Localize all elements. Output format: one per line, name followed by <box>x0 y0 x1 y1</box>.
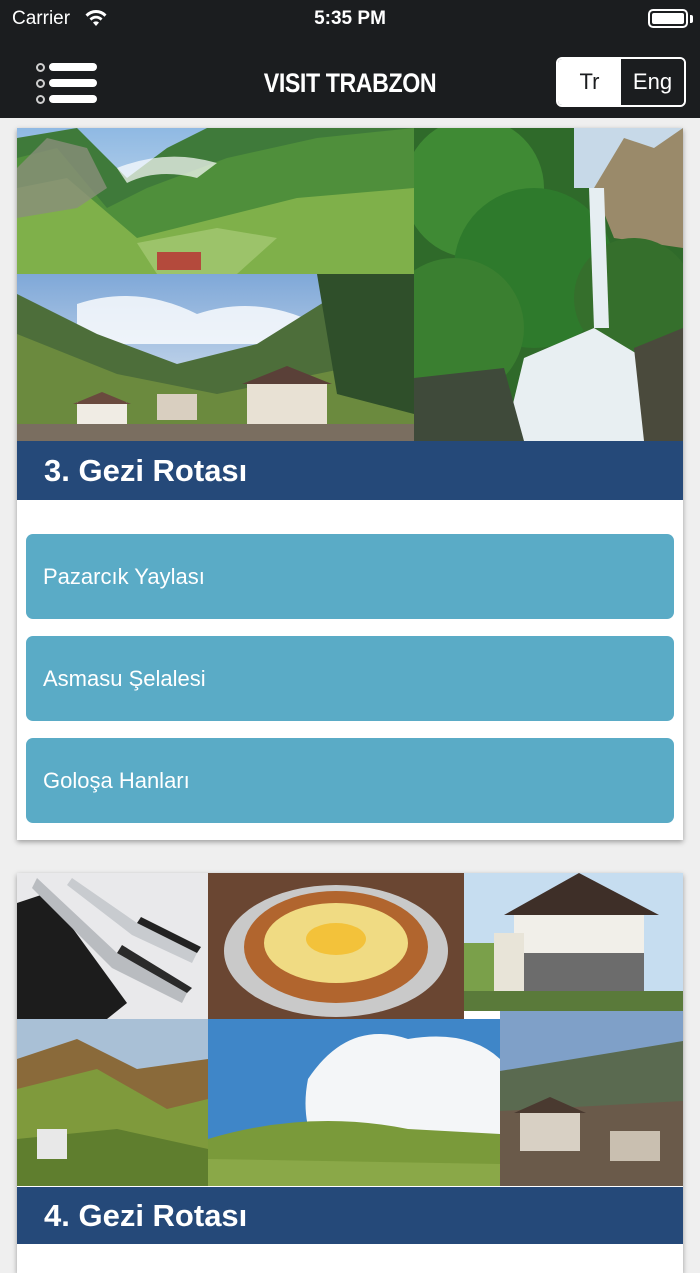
waterfall-photo <box>414 128 683 441</box>
place-button-golosa-hanlari[interactable]: Goloşa Hanları <box>26 738 674 823</box>
route-3-photo-collage[interactable]: 3. Gezi Rotası <box>17 128 683 500</box>
clock: 5:35 PM <box>314 8 386 29</box>
status-bar: Carrier 5:35 PM <box>0 0 700 40</box>
route-3-title-banner[interactable]: 3. Gezi Rotası <box>17 441 683 500</box>
battery-tip <box>690 15 693 23</box>
route-card-4: 4. Gezi Rotası <box>17 873 683 1273</box>
place-button-asmasu-selalesi[interactable]: Asmasu Şelalesi <box>26 636 674 721</box>
battery-icon <box>648 9 688 28</box>
place-button-pazarcik-yaylasi[interactable]: Pazarcık Yaylası <box>26 534 674 619</box>
cloud-plateau-photo <box>208 1019 500 1186</box>
top-navigation-bar: VISIT TRABZON Tr Eng <box>0 40 700 118</box>
language-eng-button[interactable]: Eng <box>621 59 684 105</box>
pide-bread-photo <box>208 873 464 1019</box>
route-4-title-banner[interactable]: 4. Gezi Rotası <box>17 1187 683 1244</box>
knives-photo <box>17 873 208 1019</box>
language-switcher: Tr Eng <box>556 57 686 107</box>
mountain-valley-photo <box>17 128 414 274</box>
village-houses-photo <box>17 274 414 441</box>
route-card-3: 3. Gezi Rotası Pazarcık Yaylası Asmasu Ş… <box>17 128 683 840</box>
mansion-photo <box>464 873 683 1011</box>
route-4-photo-collage[interactable]: 4. Gezi Rotası <box>17 873 683 1244</box>
language-tr-button[interactable]: Tr <box>558 59 621 105</box>
green-hills-photo <box>17 1019 208 1186</box>
forest-village-photo <box>500 1011 683 1186</box>
